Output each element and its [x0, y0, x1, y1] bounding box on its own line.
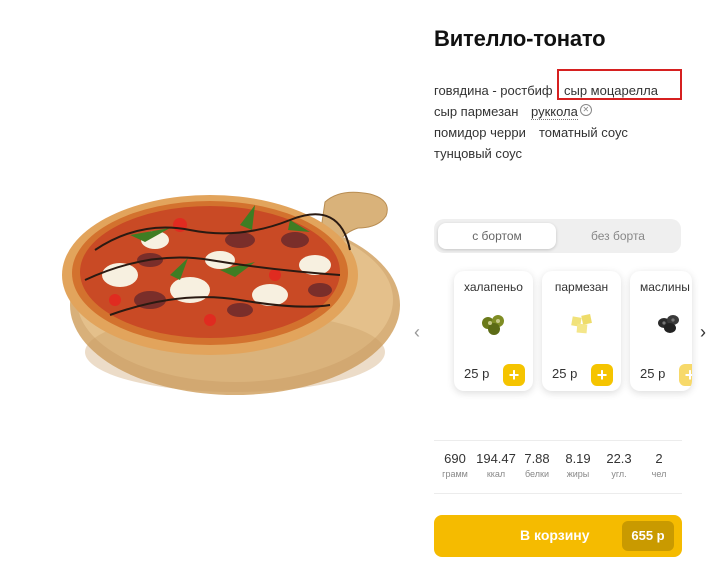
olives-icon — [654, 309, 686, 337]
nutrition-value: 194.47 — [476, 451, 516, 466]
chevron-right-icon[interactable]: › — [700, 322, 706, 343]
nutrition-label: жиры — [566, 469, 590, 479]
nutrition-value: 22.3 — [606, 451, 632, 466]
topping-name: маслины — [640, 280, 690, 294]
add-topping-button[interactable]: + — [503, 364, 525, 386]
nutrition-value: 2 — [655, 451, 663, 466]
nutrition-protein: 7.88 белки — [520, 451, 554, 479]
remove-ingredient-icon[interactable]: ✕ — [579, 104, 592, 116]
add-to-cart-button[interactable]: В корзину 655 р — [434, 515, 682, 557]
jalapeno-icon — [478, 309, 510, 337]
cart-price-badge: 655 р — [622, 521, 674, 551]
add-topping-button[interactable]: + — [591, 364, 613, 386]
nutrition-label: угл. — [611, 469, 627, 479]
topping-card-jalapeno: халапеньо 25 р + — [454, 271, 533, 391]
topping-price: 25 р — [640, 366, 666, 381]
nutrition-value: 690 — [444, 451, 466, 466]
ingredient-item: говядина - ростбиф — [434, 83, 553, 98]
nutrition-label: ккал — [486, 469, 506, 479]
nutrition-carbs: 22.3 угл. — [602, 451, 636, 479]
nutrition-value: 7.88 — [524, 451, 550, 466]
crust-toggle: с бортом без борта — [434, 219, 681, 253]
nutrition-label: чел — [651, 469, 667, 479]
nutrition-weight: 690 грамм — [437, 451, 473, 479]
topping-price: 25 р — [552, 366, 578, 381]
ingredient-item: тунцовый соус — [434, 146, 523, 161]
divider — [434, 440, 682, 441]
nutrition-servings: 2 чел — [642, 451, 676, 479]
ingredient-item-removable[interactable]: руккола ✕ — [531, 101, 592, 122]
ingredient-label: руккола — [531, 104, 578, 120]
topping-card-parmesan: пармезан 25 р + — [542, 271, 621, 391]
ingredient-item: помидор черри — [434, 125, 526, 140]
product-title: Вителло-тонато — [434, 26, 606, 51]
add-to-cart-label: В корзину — [520, 527, 590, 543]
topping-name: халапеньо — [464, 280, 523, 294]
nutrition-label: грамм — [442, 469, 468, 479]
highlight-box — [557, 69, 682, 100]
ingredient-item: сыр пармезан — [434, 104, 519, 119]
crust-option-with-border[interactable]: с бортом — [438, 223, 556, 249]
chevron-left-icon[interactable]: ‹ — [414, 322, 420, 343]
parmesan-icon — [566, 309, 598, 337]
pizza-image — [40, 180, 400, 410]
crust-option-without-border[interactable]: без борта — [559, 223, 677, 249]
nutrition-value: 8.19 — [565, 451, 591, 466]
nutrition-fat: 8.19 жиры — [561, 451, 595, 479]
divider — [434, 493, 682, 494]
topping-name: пармезан — [554, 280, 609, 294]
add-topping-button[interactable]: + — [679, 364, 692, 386]
ingredient-item: томатный соус — [539, 125, 628, 140]
topping-card-olives: маслины 25 р + — [630, 271, 692, 391]
topping-price: 25 р — [464, 366, 490, 381]
nutrition-label: белки — [525, 469, 549, 479]
nutrition-kcal: 194.47 ккал — [474, 451, 518, 479]
